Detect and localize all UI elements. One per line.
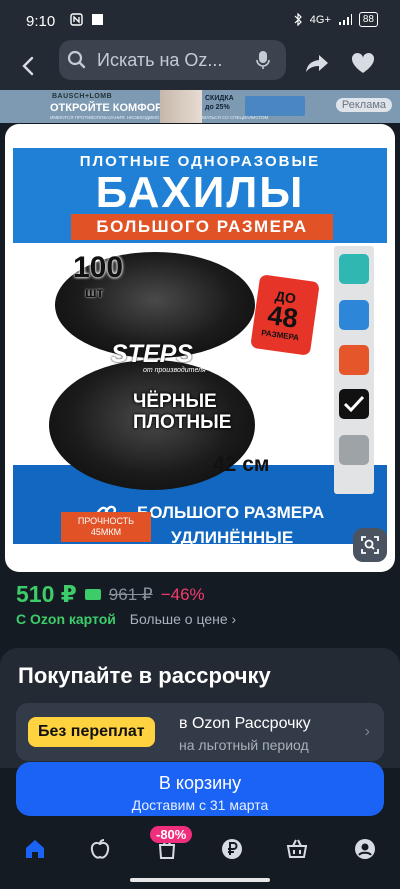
add-to-cart-label: В корзину (158, 772, 242, 793)
swatch-teal (339, 254, 369, 284)
image-line3: БОЛЬШОГО РАЗМЕРА (96, 217, 308, 236)
product-image: ПЛОТНЫЕ ОДНОРАЗОВЫЕ БАХИЛЫ БОЛЬШОГО РАЗМ… (13, 148, 387, 544)
ad-product-image (245, 96, 305, 116)
status-bar: 9:10 4G+ 88 (0, 0, 400, 40)
sale-badge: -80% (150, 826, 193, 843)
cart-icon (286, 839, 308, 858)
image-title: БАХИЛЫ (95, 168, 305, 217)
share-icon (306, 55, 328, 72)
ad-banner[interactable]: BAUSCH+LOMB ОТКРОЙТЕ КОМФОРТ ИМЕЮТСЯ ПРО… (0, 90, 400, 123)
swatch-black (339, 389, 369, 419)
image-bottom-line2: УДЛИНЁННЫЕ (171, 528, 294, 544)
signal-icon (338, 13, 352, 25)
image-color-text: ЧЁРНЫЕ ПЛОТНЫЕ (133, 391, 231, 433)
nav-home[interactable] (18, 834, 52, 864)
swatch-orange (339, 345, 369, 375)
old-price: 961 ₽ (108, 584, 153, 604)
delivery-date: Доставим с 31 марта (131, 796, 269, 813)
home-icon (26, 840, 44, 858)
ad-label: Реклама (335, 98, 392, 112)
ruble-icon (222, 839, 242, 859)
image-count: 100 (73, 251, 124, 284)
ad-model-image (160, 90, 202, 123)
status-right: 4G+ 88 (294, 12, 378, 27)
strength-label: ПРОЧНОСТЬ 45МКМ (61, 512, 151, 542)
installment-title: Покупайте в рассрочку (18, 663, 271, 688)
price-row: 510 ₽ 961 ₽ −46% (16, 581, 205, 608)
brand-logo: STEPS (111, 340, 193, 368)
home-indicator[interactable] (130, 878, 270, 882)
search-input[interactable] (97, 46, 247, 74)
image-black-line2: ПЛОТНЫЕ (133, 412, 232, 433)
installment-card[interactable]: Без переплат в Ozon Рассрочку на льготны… (16, 703, 384, 761)
visual-search-button[interactable] (353, 528, 387, 562)
share-button[interactable] (302, 48, 332, 78)
nav-cart[interactable] (280, 834, 314, 864)
chevron-right-icon: › (364, 723, 370, 740)
image-search-icon (361, 536, 379, 554)
back-button[interactable] (10, 48, 46, 84)
product-image-card[interactable]: ПЛОТНЫЕ ОДНОРАЗОВЫЕ БАХИЛЫ БОЛЬШОГО РАЗМ… (5, 124, 395, 572)
mic-icon[interactable] (256, 50, 270, 70)
nfc-icon (70, 13, 83, 26)
notification-icons (70, 13, 104, 26)
check-icon (343, 395, 365, 413)
swatch-blue (339, 300, 369, 330)
ad-sale-line1: СКИДКА (205, 95, 234, 102)
strength-line2: 45МКМ (90, 527, 122, 537)
add-to-cart-button[interactable]: В корзину Доставим с 31 марта (16, 762, 384, 816)
ad-sale: СКИДКА до 25% (205, 94, 234, 112)
back-arrow-icon (22, 56, 34, 76)
installment-panel: Покупайте в рассрочку Без переплат в Ozo… (0, 648, 400, 768)
ozon-card-icon (84, 589, 101, 600)
ad-brand: BAUSCH+LOMB (52, 93, 113, 100)
card-price-row: С Ozon картой Больше о цене › (16, 611, 236, 627)
more-about-price-label: Больше о цене (129, 611, 228, 627)
nav-finance[interactable] (215, 834, 249, 864)
swatch-grey (339, 435, 369, 465)
image-size: 42 см (213, 453, 270, 476)
ad-sale-line2: до 25% (205, 104, 230, 111)
apple-icon (90, 839, 110, 859)
size-tag: ДО 48 РАЗМЕРА (250, 286, 316, 344)
more-about-price-link[interactable]: Больше о цене › (130, 611, 236, 627)
brand-subtitle: от производителя (143, 367, 206, 374)
network-type: 4G+ (309, 13, 331, 26)
discount-badge: −46% (160, 584, 205, 604)
image-count-unit: шт (85, 284, 104, 300)
current-price: 510 ₽ (16, 581, 77, 607)
status-time: 9:10 (26, 13, 56, 30)
battery-indicator: 88 (358, 12, 378, 27)
profile-icon (355, 839, 375, 859)
heart-icon (351, 52, 375, 73)
color-swatches (334, 246, 374, 494)
strength-line1: ПРОЧНОСТЬ (77, 516, 135, 526)
bluetooth-icon (294, 13, 302, 26)
image-bottom-line1: БОЛЬШОГО РАЗМЕРА (137, 503, 325, 522)
nav-profile[interactable] (348, 834, 382, 864)
installment-line2: на льготный период (179, 737, 309, 753)
installment-line1: в Ozon Рассрочку (179, 715, 311, 732)
search-icon (67, 50, 86, 69)
search-bar[interactable] (59, 40, 286, 80)
ozon-card-label: С Ozon картой (16, 611, 116, 627)
image-black-line1: ЧЁРНЫЕ (133, 391, 217, 412)
ad-headline: ОТКРОЙТЕ КОМФОРТ (50, 102, 170, 114)
app-notification-icon (92, 14, 103, 25)
nav-fresh[interactable] (83, 834, 117, 864)
favorite-button[interactable] (348, 48, 378, 78)
no-overpay-chip: Без переплат (28, 717, 155, 747)
top-bar (0, 40, 400, 90)
